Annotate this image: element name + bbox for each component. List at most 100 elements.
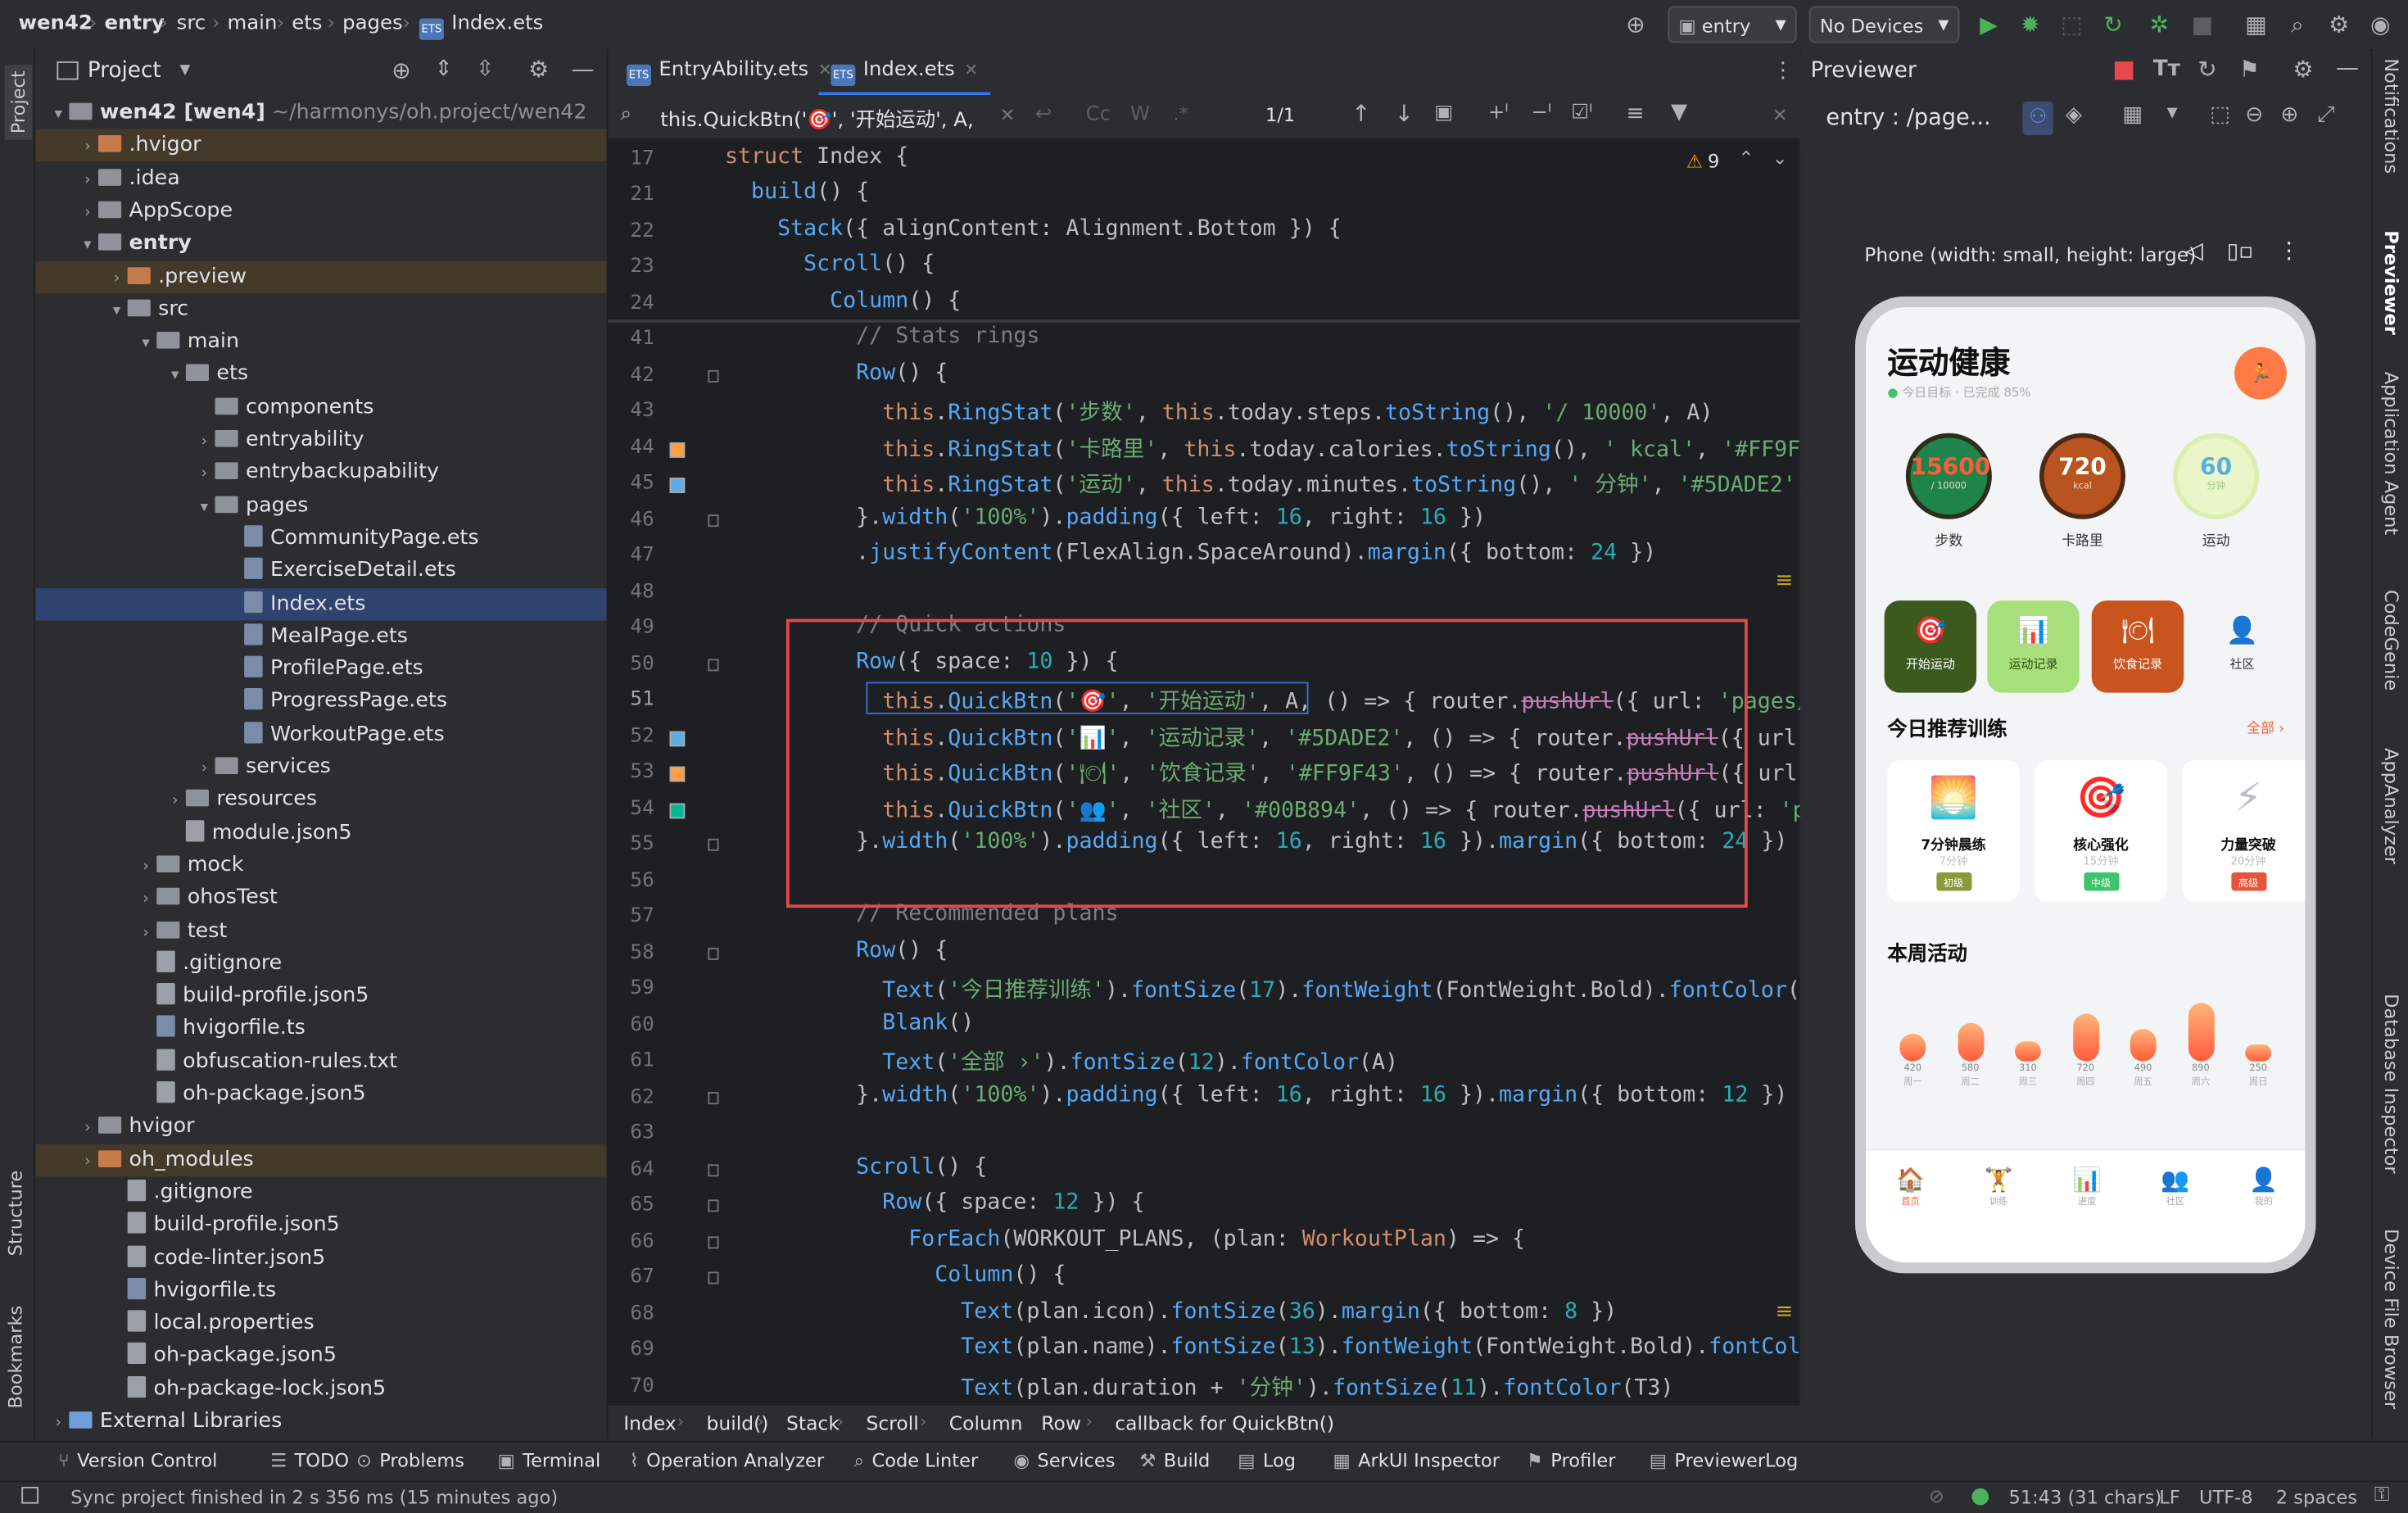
color-swatch-icon[interactable]	[669, 731, 686, 747]
chevron-down-icon[interactable]: ▾	[77, 229, 98, 261]
chevron-right-icon[interactable]: ›	[193, 425, 215, 457]
find-input[interactable]: this.QuickBtn('🎯', '开始运动', A,	[660, 103, 980, 132]
code-marker-icon[interactable]: ≡	[1776, 569, 1794, 593]
tree-item[interactable]: › test	[35, 915, 607, 947]
tree-item[interactable]: build-profile.json5	[35, 1209, 607, 1241]
more-options-icon[interactable]: ⋮	[2278, 237, 2301, 265]
tree-item[interactable]: ExerciseDetail.ets	[35, 555, 607, 587]
tree-item[interactable]: ProgressPage.ets	[35, 686, 607, 718]
prev-match-icon[interactable]: ↑	[1351, 100, 1371, 128]
chevron-down-icon[interactable]: ▼	[2167, 106, 2178, 121]
component-tree-icon[interactable]: ⚇	[2022, 101, 2053, 135]
grid-icon[interactable]: ▦	[2122, 103, 2143, 128]
warning-icon[interactable]: ⚠	[1686, 151, 1703, 172]
weekly-bar[interactable]	[2245, 1044, 2272, 1062]
tree-item[interactable]: MealPage.ets	[35, 620, 607, 652]
nav-path-ets[interactable]: ets	[292, 12, 322, 35]
chevron-down-icon[interactable]: ▼	[179, 63, 190, 79]
nav-path-entry[interactable]: entry	[105, 12, 165, 35]
tree-item[interactable]: module.json5	[35, 817, 607, 849]
right-tool-button[interactable]: Database Inspector	[2380, 994, 2401, 1173]
tool-window-button[interactable]: ▤ PreviewerLog	[1650, 1450, 1799, 1471]
color-swatch-icon[interactable]	[669, 803, 686, 819]
chevron-right-icon[interactable]: ›	[77, 197, 98, 229]
quick-action-button[interactable]: 🎯 开始运动	[1884, 600, 1977, 693]
code-line[interactable]: ForEach(WORKOUT_PLANS, (plan: WorkoutPla…	[725, 1227, 1525, 1252]
device-selector[interactable]: No Devices ▼	[1808, 6, 1960, 43]
breadcrumb-item[interactable]: callback for QuickBtn()	[1115, 1411, 1334, 1434]
fold-icon[interactable]	[708, 947, 719, 960]
code-line[interactable]: Text(plan.name).fontSize(13).fontWeight(…	[725, 1334, 1799, 1359]
right-tool-button[interactable]: Device File Browser	[2380, 1229, 2401, 1409]
workout-plan-card[interactable]: ⚡ 力量突破 20分钟 高级	[2182, 760, 2306, 902]
tree-item[interactable]: .gitignore	[35, 1176, 607, 1208]
code-line[interactable]: Row({ space: 12 }) {	[725, 1190, 1144, 1215]
tree-item[interactable]: ▾ entry	[35, 228, 607, 260]
tab-entryability[interactable]: ETS EntryAbility.ets ✕	[614, 49, 844, 95]
tree-item[interactable]: › .idea	[35, 162, 607, 194]
minimize-icon[interactable]: —	[572, 56, 595, 84]
tree-item[interactable]: oh-package-lock.json5	[35, 1373, 607, 1405]
add-occurrence-icon[interactable]: +ᴵ	[1488, 102, 1509, 125]
tree-item[interactable]: oh-package.json5	[35, 1340, 607, 1372]
breadcrumb-item[interactable]: Stack	[786, 1411, 840, 1434]
weekly-bar[interactable]	[1957, 1022, 1984, 1062]
weekly-bar[interactable]	[2015, 1041, 2041, 1062]
code-marker-icon[interactable]: ≡	[1776, 1299, 1794, 1324]
code-line[interactable]: Text(plan.duration + '分钟').fontSize(11).…	[725, 1371, 1673, 1402]
regex-toggle[interactable]: .*	[1174, 103, 1188, 125]
tree-item[interactable]: › .preview	[35, 260, 607, 293]
phone-screen[interactable]: 运动健康 ● 今日目标 · 已完成 85% 🏃 15600/ 10000 步数 72…	[1866, 307, 2306, 1263]
gear-icon[interactable]: ⚙	[2293, 56, 2313, 84]
bottom-tab-item[interactable]: 👤 我的	[2231, 1166, 2296, 1207]
indent-setting[interactable]: 2 spaces	[2276, 1487, 2357, 1508]
structure-tool-button[interactable]: Structure	[5, 1171, 26, 1257]
tree-item[interactable]: ▾ ets	[35, 359, 607, 391]
weekly-bar[interactable]	[2130, 1029, 2157, 1062]
nav-path-src[interactable]: src	[177, 12, 206, 35]
tree-item[interactable]: › ohosTest	[35, 882, 607, 914]
screenshot-icon[interactable]: ⤢	[2317, 103, 2334, 128]
tree-item[interactable]: Index.ets	[35, 587, 607, 620]
tree-item[interactable]: build-profile.json5	[35, 980, 607, 1012]
stat-ring[interactable]: 15600/ 10000	[1905, 433, 1992, 519]
layout-toggle-icon[interactable]	[21, 1487, 38, 1504]
code-editor[interactable]: 17 struct Index {21 build() {22 Stack({ a…	[608, 138, 1800, 1404]
fold-icon[interactable]	[708, 1164, 719, 1177]
bottom-tab-item[interactable]: 👥 社区	[2143, 1166, 2208, 1207]
tree-item[interactable]: ▾ pages	[35, 489, 607, 521]
locate-icon[interactable]: ⊕	[392, 57, 411, 84]
tree-item[interactable]: ▾ src	[35, 293, 607, 325]
profile-icon[interactable]: ✲	[2143, 7, 2176, 41]
inspector-icon[interactable]: ⚑	[2239, 56, 2260, 84]
stop-icon[interactable]: ■	[2185, 7, 2219, 41]
breadcrumb-item[interactable]: Index	[623, 1411, 677, 1434]
match-case-toggle[interactable]: Cc	[1086, 103, 1111, 126]
remove-occurrence-icon[interactable]: −ᴵ	[1531, 102, 1551, 125]
file-encoding[interactable]: UTF-8	[2199, 1487, 2253, 1508]
search-icon[interactable]: ⌕	[2280, 7, 2314, 41]
fold-icon[interactable]	[708, 1236, 719, 1249]
fold-icon[interactable]	[708, 1092, 719, 1105]
bottom-tab-item[interactable]: 📊 进度	[2055, 1166, 2120, 1207]
attach-debugger-icon[interactable]: ⬚	[2055, 7, 2089, 41]
no-inspection-icon[interactable]: ⊘	[1929, 1485, 1944, 1506]
target-icon[interactable]: ⊕	[1618, 7, 1652, 41]
quick-action-button[interactable]: 🍽 饮食记录	[2091, 600, 2184, 693]
project-tool-button[interactable]: Project	[4, 64, 33, 140]
fold-icon[interactable]	[708, 1199, 719, 1212]
code-line[interactable]: Column() {	[725, 1262, 1066, 1287]
weekly-bar[interactable]	[2072, 1013, 2099, 1062]
tool-window-button[interactable]: ⊙ Problems	[356, 1450, 464, 1471]
fit-icon[interactable]: ⬚	[2210, 103, 2230, 128]
tree-item[interactable]: › External Libraries	[35, 1406, 607, 1438]
code-line[interactable]: Row() {	[725, 361, 948, 386]
bookmarks-tool-button[interactable]: Bookmarks	[5, 1306, 26, 1409]
zoom-out-icon[interactable]: ⊖	[2245, 103, 2263, 128]
project-panel-title[interactable]: Project	[88, 58, 161, 83]
code-line[interactable]: Text(plan.icon).fontSize(36).margin({ bo…	[725, 1299, 1617, 1324]
tree-item[interactable]: › services	[35, 751, 607, 783]
code-line[interactable]: Scroll() {	[725, 1155, 987, 1180]
text-size-icon[interactable]: Tт	[2153, 57, 2180, 81]
minimize-icon[interactable]: —	[2336, 54, 2359, 82]
